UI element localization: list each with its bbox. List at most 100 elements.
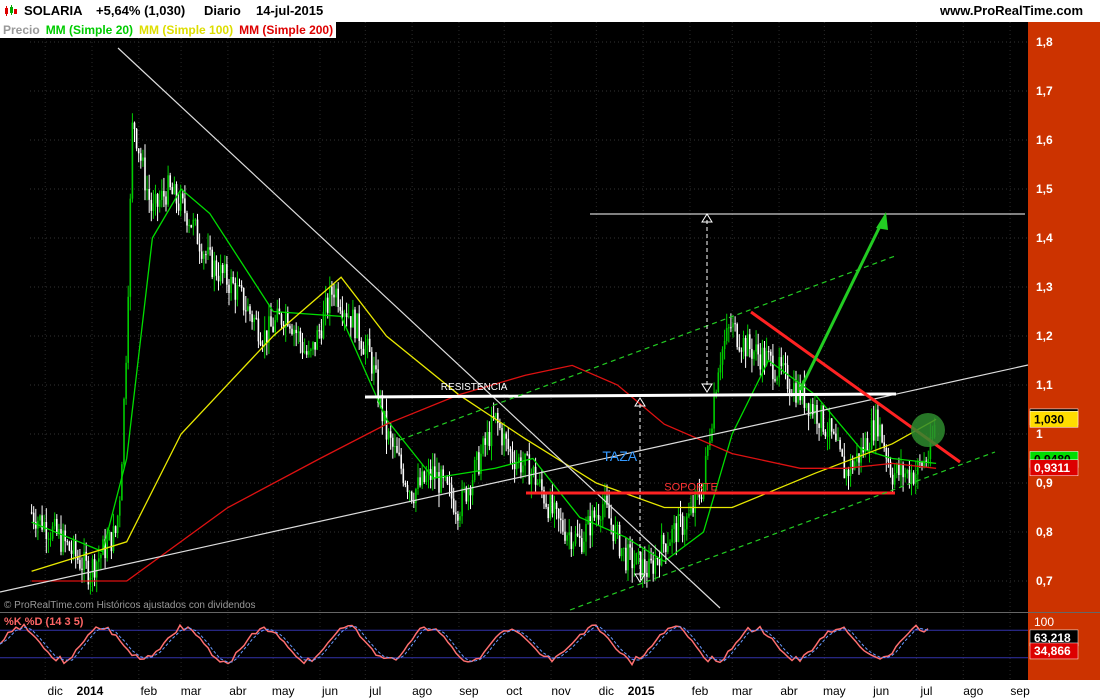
candle-body (276, 308, 279, 321)
candle-body (293, 329, 295, 335)
x-tick-label: feb (692, 684, 709, 698)
y-tick-label: 1,2 (1036, 329, 1053, 343)
candle-body (910, 472, 913, 484)
x-tick-label: sep (459, 684, 479, 698)
candle-body (927, 459, 930, 463)
candle-body (795, 383, 797, 403)
candle-body (612, 524, 615, 542)
candle-body (444, 476, 447, 479)
x-tick-label: mar (732, 684, 753, 698)
candle-body (772, 355, 774, 380)
annotation-label: RESISTENCIA (441, 382, 508, 393)
candle-body (560, 518, 562, 521)
candle-body (620, 548, 623, 557)
candle-body (385, 410, 388, 440)
candle-body (408, 491, 411, 493)
legend-ma200[interactable]: MM (Simple 200) (236, 22, 336, 38)
candle-body (641, 559, 644, 578)
candle-body (312, 342, 314, 350)
candle-body (816, 405, 818, 424)
candle-body (534, 466, 537, 485)
candle-body (761, 347, 764, 370)
candle-body (562, 520, 564, 532)
candle-body (406, 484, 409, 492)
candle-body (652, 560, 654, 574)
candle-body (912, 472, 915, 484)
candle-body (776, 377, 778, 381)
site-link[interactable]: www.ProRealTime.com (940, 3, 1083, 18)
candle-body (780, 357, 783, 367)
candle-body (209, 247, 211, 250)
candle-body (730, 327, 732, 329)
candle-body (557, 509, 560, 519)
legend-ma20[interactable]: MM (Simple 20) (43, 22, 136, 38)
candle-body (255, 317, 258, 319)
legend-price[interactable]: Precio (0, 22, 43, 38)
candle-body (881, 424, 883, 443)
candle-body (887, 458, 890, 462)
candle-body (362, 348, 365, 355)
candle-body (121, 464, 123, 501)
candle-body (190, 225, 192, 228)
candle-body (784, 363, 787, 366)
candle-body (308, 350, 310, 355)
candle-body (303, 351, 306, 353)
candle-body (788, 389, 791, 394)
candle-body (618, 524, 621, 557)
candle-body (744, 337, 747, 357)
candle-body (908, 469, 911, 484)
candle-body (341, 310, 344, 317)
candle-body (467, 488, 470, 502)
candle-body (133, 122, 136, 129)
x-tick-label: mar (181, 684, 202, 698)
candle-body (184, 198, 186, 214)
candle-body (100, 554, 102, 559)
candle-body (541, 479, 543, 491)
price-tag-label: 0,9311 (1034, 461, 1070, 475)
candle-body (749, 334, 751, 349)
candle-body (858, 453, 860, 463)
candle-body (494, 413, 497, 419)
candle-body (671, 529, 673, 543)
candle-body (536, 483, 539, 485)
candle-body (650, 558, 652, 561)
candle-body (47, 538, 50, 540)
candle-body (469, 488, 472, 496)
candle-body (644, 559, 646, 573)
candle-body (224, 264, 226, 274)
stoch-value-label: 34,866 (1034, 644, 1071, 658)
candle-body (98, 558, 100, 562)
candle-body (200, 251, 203, 259)
candle-body (595, 514, 598, 518)
indicator-legend: Precio MM (Simple 20) MM (Simple 100) MM (S… (0, 22, 337, 38)
candle-body (131, 122, 134, 199)
candle-body (91, 559, 94, 578)
legend-ma100[interactable]: MM (Simple 100) (136, 22, 236, 38)
candle-body (736, 324, 738, 348)
candle-body (872, 420, 875, 441)
candle-body (228, 284, 230, 294)
candle-body (694, 492, 696, 513)
candle-body (60, 529, 62, 552)
candle-body (95, 561, 98, 578)
candle-body (146, 188, 148, 191)
candle-body (713, 396, 715, 429)
y-tick-label: 1,5 (1036, 182, 1053, 196)
candle-body (623, 547, 625, 549)
x-tick-label: jun (872, 684, 889, 698)
candle-body (486, 431, 489, 445)
candle-body (820, 405, 822, 428)
candle-body (211, 249, 213, 278)
candle-body (137, 148, 140, 154)
candle-body (106, 540, 108, 559)
candle-body (144, 157, 146, 191)
candle-body (70, 550, 73, 554)
candle-body (446, 476, 449, 484)
candle-body (547, 507, 549, 519)
candle-body (904, 473, 906, 478)
candle-body (186, 213, 188, 226)
candle-body (740, 350, 743, 352)
candle-body (335, 288, 337, 298)
candle-body (877, 409, 879, 437)
candle-body (646, 572, 648, 577)
